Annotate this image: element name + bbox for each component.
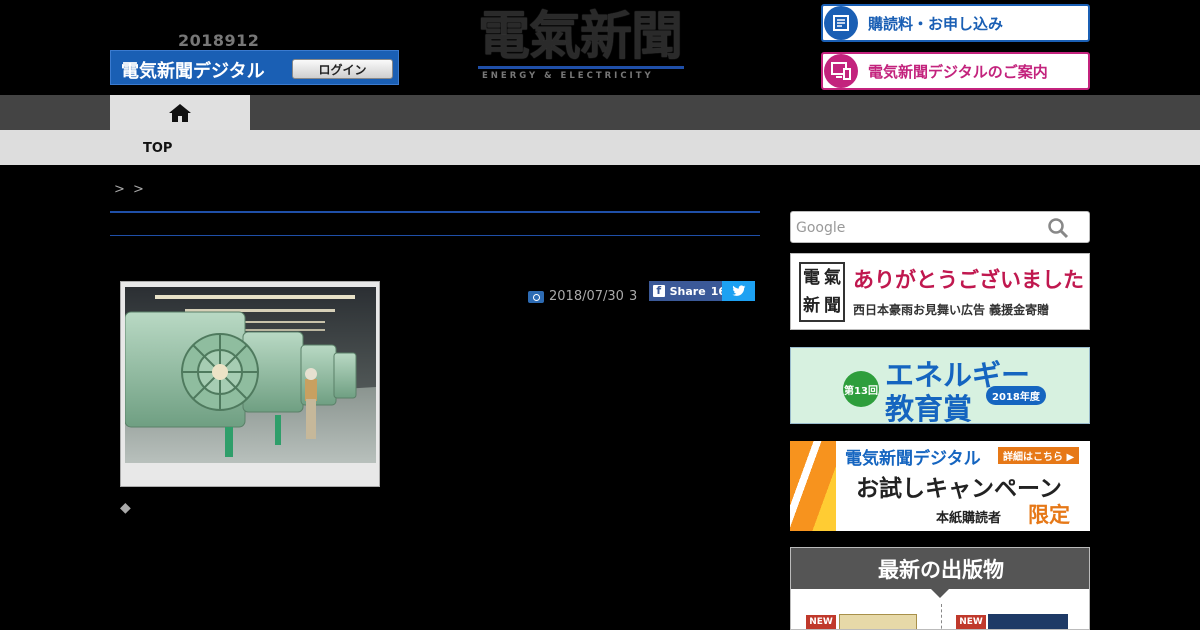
campaign-audience: 本紙購読者 — [936, 511, 1002, 526]
nav-top-link[interactable]: TOP — [143, 141, 172, 156]
thanks-ad-headline: ありがとうございました — [853, 268, 1084, 292]
search-icon[interactable] — [1047, 217, 1069, 239]
newspaper-icon — [824, 6, 858, 40]
digital-title: 電気新聞デジタル — [121, 61, 265, 82]
twitter-icon — [731, 285, 745, 296]
subscribe-banner[interactable]: 購読料・お申し込み — [821, 4, 1090, 42]
logo-underline — [478, 66, 684, 69]
new-badge: NEW — [806, 615, 836, 629]
article-meta: 2018/07/30 3 — [528, 289, 637, 304]
article-photo-frame — [120, 281, 380, 487]
issue-date: 2018912 — [178, 31, 260, 50]
campaign-brand: 電気新聞デジタル — [845, 449, 981, 469]
article-date: 2018/07/30 — [549, 289, 624, 304]
share-label: Share — [669, 284, 706, 298]
publications-heading: 最新の出版物 — [791, 548, 1089, 589]
title-rule-bottom — [110, 235, 760, 236]
facebook-icon: f — [653, 285, 665, 297]
nav-home-tab[interactable] — [110, 95, 250, 130]
heading-notch — [931, 589, 949, 598]
devices-icon — [824, 54, 858, 88]
seal-char: 電 — [803, 268, 820, 288]
publication-cover[interactable] — [988, 614, 1068, 629]
camera-icon — [528, 290, 544, 303]
details-tag: 詳細はこちら ▶ — [998, 447, 1080, 464]
login-button[interactable]: ログイン — [292, 59, 393, 79]
twitter-share-button[interactable] — [722, 281, 755, 301]
publication-cover[interactable] — [839, 614, 917, 629]
search-input[interactable] — [796, 220, 1036, 236]
logo-subtitle: ENERGY & ELECTRICITY — [482, 71, 654, 81]
trial-campaign-banner[interactable]: 電気新聞デジタル 詳細はこちら ▶ お試しキャンペーン 本紙購読者 限定 — [790, 441, 1090, 531]
new-badge: NEW — [956, 615, 986, 629]
award-title-line2: 教育賞 — [885, 392, 973, 426]
seal-char: 聞 — [824, 296, 841, 316]
article-meta-count: 3 — [628, 289, 638, 304]
award-year-badge: 2018年度 — [986, 386, 1046, 405]
breadcrumb: > > — [114, 182, 146, 197]
thanks-ad-banner[interactable]: 電 氣 新 聞 ありがとうございました 西日本豪雨お見舞い広告 義援金寄贈 — [790, 253, 1090, 330]
newspaper-seal: 電 氣 新 聞 — [799, 262, 845, 322]
article-photo[interactable] — [125, 287, 376, 463]
digital-login-bar[interactable]: 電気新聞デジタル ログイン — [110, 50, 399, 85]
campaign-limited: 限定 — [1028, 503, 1070, 527]
edition-badge: 第13回 — [843, 371, 879, 407]
seal-char: 氣 — [824, 268, 841, 288]
digital-info-banner[interactable]: 電気新聞デジタルのご案内 — [821, 52, 1090, 90]
site-logo[interactable]: 電氣新聞 ENERGY & ELECTRICITY — [478, 8, 684, 82]
digital-info-banner-label: 電気新聞デジタルのご案内 — [868, 62, 1048, 81]
publications-divider — [941, 604, 942, 629]
sub-nav — [0, 130, 1200, 165]
article-lead: ◆ — [120, 500, 131, 516]
facebook-share-button[interactable]: f Share 16 — [649, 281, 726, 301]
energy-education-award-banner[interactable]: 第13回 エネルギー 教育賞 2018年度 — [790, 347, 1090, 426]
site-search — [790, 211, 1090, 243]
logo-text: 電氣新聞 — [478, 6, 683, 67]
latest-publications: 最新の出版物 NEW NEW — [790, 547, 1090, 630]
subscribe-banner-label: 購読料・お申し込み — [868, 14, 1004, 33]
banner-decoration — [790, 441, 836, 531]
thanks-ad-subline: 西日本豪雨お見舞い広告 義援金寄贈 — [853, 303, 1050, 317]
seal-char: 新 — [803, 296, 820, 316]
title-rule-top — [110, 211, 760, 213]
home-icon — [169, 103, 191, 122]
campaign-headline: お試しキャンペーン — [856, 476, 1062, 502]
